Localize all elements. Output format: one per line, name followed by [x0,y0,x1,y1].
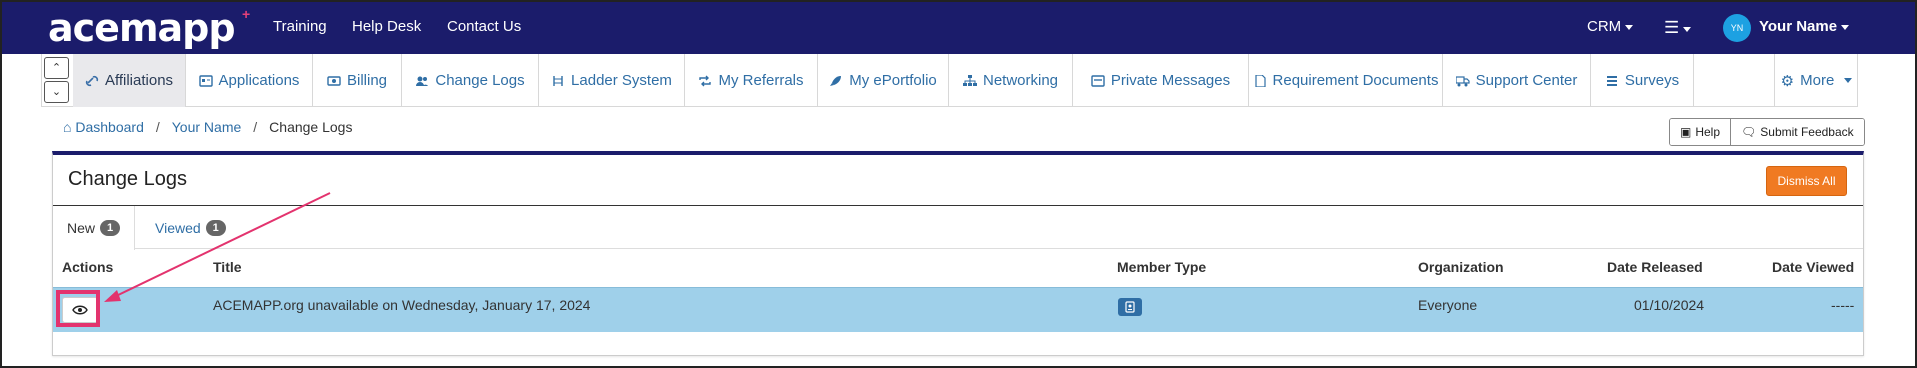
tab-label: New [67,220,96,236]
users-icon [416,76,429,86]
module-tab-my-referrals[interactable]: My Referrals [685,54,818,107]
breadcrumb: ⌂ Dashboard / Your Name / Change Logs [63,119,352,135]
module-tab-change-logs[interactable]: Change Logs [402,54,539,107]
header-organization: Organization [1418,259,1504,275]
module-tab-affiliations[interactable]: Affiliations [73,54,186,107]
collapse-up-button[interactable]: ⌃ [44,57,69,79]
module-tab-label: Requirement Documents [1272,72,1439,89]
list-icon [1606,75,1617,86]
medkit-icon: ▣ [1680,125,1692,139]
user-name: Your Name [1759,18,1838,35]
hamburger-menu[interactable]: ☰ [1664,18,1692,38]
module-tab-label: My Referrals [718,72,804,89]
retweet-icon [699,75,712,86]
collapse-controls: ⌃ ⌄ [44,57,69,105]
caret-down-icon [1683,26,1692,32]
user-menu[interactable]: Your Name [1759,18,1850,35]
row-date-viewed: ----- [1831,297,1855,313]
caret-down-icon [1844,78,1853,83]
breadcrumb-separator: / [253,119,258,135]
module-tab-label: Support Center [1475,72,1578,89]
comments-icon: 🗨 [1741,125,1757,139]
module-tab-label: Applications [218,72,300,89]
module-tab-label: Networking [982,72,1059,89]
row-title: ACEMAPP.org unavailable on Wednesday, Ja… [213,297,591,313]
module-tab-label: Ladder System [571,72,672,89]
message-icon [1091,74,1105,87]
module-tab-requirement-documents[interactable]: Requirement Documents [1249,54,1443,107]
tab-viewed[interactable]: Viewed 1 [141,206,240,249]
row-date-released: 01/10/2024 [1634,297,1705,313]
header-date-released: Date Released [1607,259,1703,275]
crm-label: CRM [1587,18,1622,35]
module-tab-label: Change Logs [435,72,525,89]
help-label: Help [1695,125,1721,139]
module-tab-label: Private Messages [1110,72,1231,89]
breadcrumb-separator: / [155,119,160,135]
breadcrumb-dashboard-link[interactable]: ⌂ Dashboard [63,119,144,135]
acemapp-logo[interactable]: acemapp [48,8,236,48]
breadcrumb-user-link[interactable]: Your Name [172,119,242,135]
sitemap-icon [962,74,977,86]
tab-label: Viewed [155,219,201,236]
module-tab-my-eportfolio[interactable]: My ePortfolio [818,54,949,107]
module-tab-applications[interactable]: Applications [186,54,313,107]
module-tab-label: My ePortfolio [849,72,937,89]
user-avatar[interactable]: YN [1723,14,1751,42]
nav-help-desk-link[interactable]: Help Desk [352,18,421,35]
caret-down-icon [1841,24,1850,30]
ladder-icon [553,75,563,86]
help-actions: ▣ Help 🗨 Submit Feedback [1669,118,1865,146]
header-date-viewed: Date Viewed [1772,259,1855,275]
gear-icon: ⚙ [1780,72,1795,90]
count-badge: 1 [100,220,121,236]
module-tab-more[interactable]: ⚙ More [1774,54,1858,107]
count-badge: 1 [205,219,226,236]
change-log-tabs: New 1 Viewed 1 [53,206,1863,250]
crm-dropdown[interactable]: CRM [1587,18,1634,35]
caret-down-icon [1625,24,1634,30]
module-tab-billing[interactable]: Billing [313,54,402,107]
money-icon [327,75,341,86]
module-tab-networking[interactable]: Networking [949,54,1073,107]
id-card-icon [198,74,213,87]
id-badge-icon [1118,298,1142,316]
hamburger-icon: ☰ [1664,18,1680,37]
row-organization: Everyone [1418,297,1478,313]
truck-icon [1455,75,1470,86]
dismiss-all-button[interactable]: Dismiss All [1766,166,1847,196]
module-tab-ladder-system[interactable]: Ladder System [539,54,685,107]
module-tab-private-messages[interactable]: Private Messages [1073,54,1249,107]
home-icon: ⌂ [63,119,72,135]
module-tab-support-center[interactable]: Support Center [1443,54,1591,107]
document-icon [1254,74,1266,87]
highlight-box [56,290,100,327]
feedback-label: Submit Feedback [1760,125,1854,139]
module-tab-label: More [1800,72,1835,89]
link-icon [85,75,99,86]
tab-new[interactable]: New 1 [53,206,136,250]
rocket-icon [830,75,842,86]
header-member-type: Member Type [1117,259,1207,275]
collapse-down-button[interactable]: ⌄ [44,81,69,103]
help-button[interactable]: ▣ Help [1670,119,1731,145]
module-tab-label: Affiliations [104,72,174,89]
header-actions: Actions [62,259,114,275]
nav-training-link[interactable]: Training [273,18,327,35]
submit-feedback-button[interactable]: 🗨 Submit Feedback [1730,119,1864,145]
panel-title: Change Logs [68,168,187,190]
breadcrumb-current: Change Logs [269,119,353,135]
breadcrumb-label: Dashboard [75,119,144,135]
nav-contact-us-link[interactable]: Contact Us [447,18,521,35]
header-title: Title [213,259,242,275]
module-tab-label: Surveys [1624,72,1680,89]
logo-mark: + [242,6,251,22]
module-tab-surveys[interactable]: Surveys [1591,54,1694,107]
module-tab-label: Billing [346,72,388,89]
